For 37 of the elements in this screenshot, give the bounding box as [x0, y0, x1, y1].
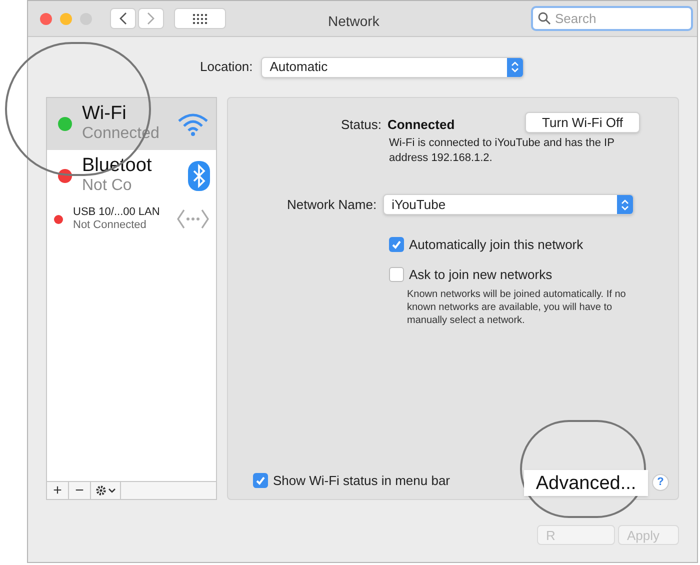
checkbox[interactable]: [389, 237, 404, 252]
service-status: Not Connected: [73, 219, 148, 232]
location-label: Location:: [200, 58, 253, 76]
checkbox[interactable]: [389, 267, 404, 282]
status-description: Wi-Fi is connected to iYouTube and has the IP address 192.168.1.2.: [389, 136, 616, 166]
turn-wifi-off-button[interactable]: Turn Wi-Fi Off: [525, 112, 640, 133]
close-button[interactable]: [40, 12, 52, 24]
bluetooth-icon: [188, 161, 210, 191]
wifi-icon: [176, 111, 210, 137]
option-label: Ask to join new networks: [409, 266, 552, 284]
back-button[interactable]: [110, 8, 136, 29]
show-status-label: Show Wi-Fi status in menu bar: [273, 472, 450, 490]
options-note: Known networks will be joined automatically. If no known networks are available, you will have to manually select a network.: [407, 288, 627, 327]
advanced-button[interactable]: Advanced...: [524, 470, 648, 496]
up-down-arrows-icon: [620, 198, 629, 210]
grid-icon: [193, 14, 207, 24]
status-value: Connected: [387, 116, 455, 134]
list-button[interactable]: +: [47, 482, 69, 499]
show-all-button[interactable]: [174, 8, 226, 29]
service-name: USB 10/...00 LAN: [73, 206, 161, 219]
location-dropdown[interactable]: Automatic: [260, 56, 524, 78]
chevron-left-icon: [119, 12, 127, 25]
gear-icon: [94, 485, 116, 496]
search-icon: [538, 12, 551, 25]
option-label: Automatically join this network: [409, 236, 584, 254]
status-label: Status:: [341, 116, 382, 134]
ethernet-icon: [176, 208, 210, 230]
list-button[interactable]: −: [69, 482, 91, 499]
chevron-right-icon: [147, 12, 155, 25]
service-name: Wi-Fi: [82, 104, 128, 124]
network-name-dropdown[interactable]: iYouTube: [382, 194, 634, 215]
checkbox[interactable]: [253, 473, 268, 488]
up-down-arrows-icon: [510, 61, 519, 73]
network-name-label: Network Name:: [287, 196, 377, 214]
window-title: Network: [328, 12, 380, 31]
service-status: Not Co: [82, 176, 133, 196]
search-field[interactable]: Search: [531, 6, 693, 31]
